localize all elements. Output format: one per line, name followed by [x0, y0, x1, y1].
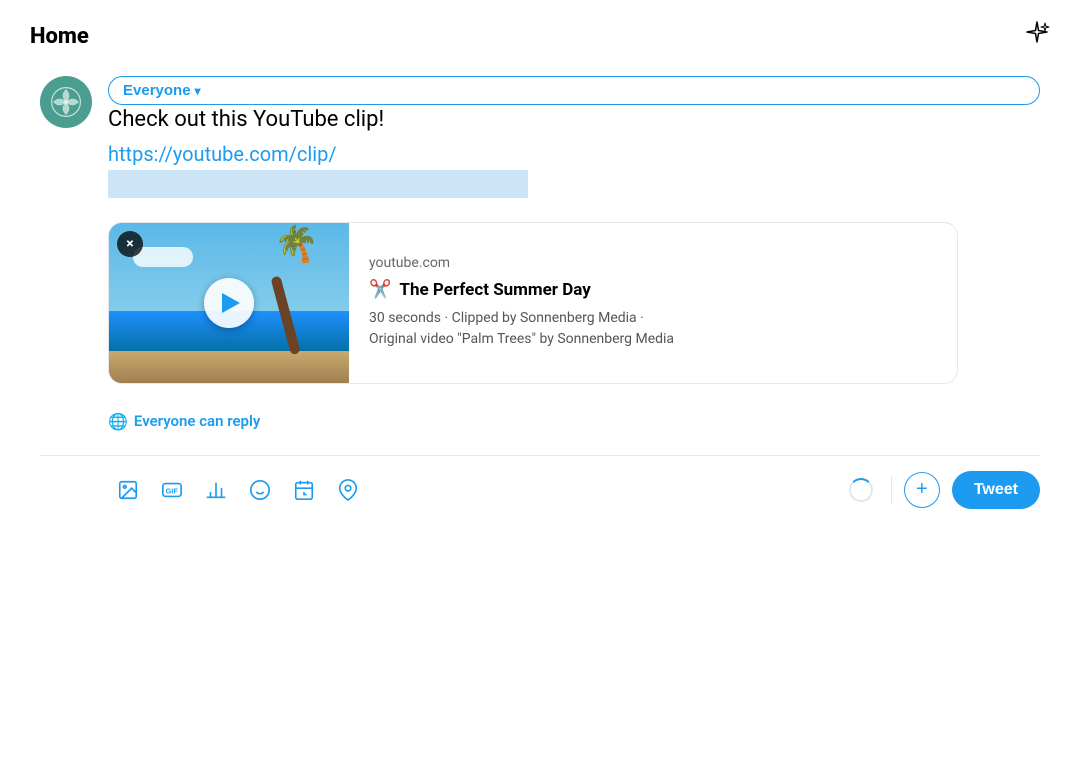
- header: Home: [30, 20, 1050, 52]
- image-button[interactable]: [108, 470, 148, 510]
- tweet-content: Everyone ▾ Check out this YouTube clip! …: [108, 76, 1040, 384]
- close-icon: ×: [126, 236, 133, 252]
- palm-leaves: 🌴: [272, 223, 323, 270]
- sparkle-icon[interactable]: [1024, 20, 1050, 52]
- loading-spinner: [849, 478, 873, 502]
- scissors-icon: ✂️: [369, 279, 391, 300]
- youtube-title: The Perfect Summer Day: [399, 280, 590, 300]
- play-button[interactable]: [204, 278, 254, 328]
- globe-icon: 🌐: [108, 412, 128, 431]
- image-icon: [117, 479, 139, 501]
- spinner-container: [843, 472, 879, 508]
- tweet-button[interactable]: Tweet: [952, 471, 1040, 509]
- youtube-thumbnail: 🌴 ×: [109, 223, 349, 383]
- youtube-source: youtube.com: [369, 255, 674, 271]
- page-title: Home: [30, 24, 89, 49]
- tweet-text: Check out this YouTube clip!: [108, 105, 1040, 136]
- svg-text:GIF: GIF: [166, 486, 179, 495]
- play-icon: [222, 293, 240, 313]
- composer-top: Everyone ▾ Check out this YouTube clip! …: [40, 76, 1040, 384]
- close-button[interactable]: ×: [117, 231, 143, 257]
- gif-icon: GIF: [161, 479, 183, 501]
- gif-button[interactable]: GIF: [152, 470, 192, 510]
- tweet-label: Tweet: [974, 481, 1018, 498]
- page-container: Home: [0, 0, 1080, 784]
- chevron-down-icon: ▾: [195, 84, 201, 98]
- youtube-title-row: ✂️ The Perfect Summer Day: [369, 279, 674, 300]
- everyone-label: Everyone: [123, 82, 191, 99]
- toolbar-right: + Tweet: [843, 471, 1040, 509]
- youtube-info: youtube.com ✂️ The Perfect Summer Day 30…: [349, 223, 694, 383]
- poll-button[interactable]: [196, 470, 236, 510]
- composer: Everyone ▾ Check out this YouTube clip! …: [30, 76, 1050, 510]
- tweet-link[interactable]: https://youtube.com/clip/: [108, 142, 337, 166]
- plus-icon: +: [916, 478, 928, 501]
- youtube-meta-line2: Original video "Palm Trees" by Sonnenber…: [369, 331, 674, 347]
- avatar: [40, 76, 92, 128]
- everyone-can-reply-label: Everyone can reply: [134, 412, 260, 430]
- reply-permission[interactable]: 🌐 Everyone can reply: [108, 412, 1040, 431]
- emoji-icon: [249, 479, 271, 501]
- youtube-meta-line1: 30 seconds · Clipped by Sonnenberg Media…: [369, 310, 644, 326]
- youtube-card: 🌴 × youtube.com ✂️ The Perfect: [108, 222, 958, 384]
- schedule-icon: [293, 479, 315, 501]
- schedule-button[interactable]: [284, 470, 324, 510]
- location-button[interactable]: [328, 470, 368, 510]
- youtube-meta: 30 seconds · Clipped by Sonnenberg Media…: [369, 308, 674, 350]
- tweet-text-area[interactable]: Check out this YouTube clip! https://you…: [108, 105, 1040, 198]
- sand: [109, 351, 349, 383]
- composer-toolbar: GIF: [40, 455, 1040, 510]
- everyone-button[interactable]: Everyone ▾: [108, 76, 1040, 105]
- location-icon: [337, 479, 359, 501]
- toolbar-left: GIF: [108, 470, 368, 510]
- selection-highlight: [108, 170, 528, 198]
- poll-icon: [205, 479, 227, 501]
- clouds: [133, 247, 193, 267]
- add-tweet-button[interactable]: +: [904, 472, 940, 508]
- toolbar-divider: [891, 476, 892, 504]
- emoji-button[interactable]: [240, 470, 280, 510]
